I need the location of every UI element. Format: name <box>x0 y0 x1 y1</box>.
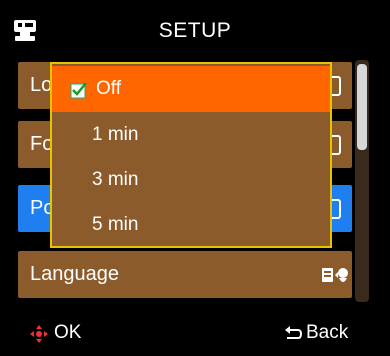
page-title: SETUP <box>158 19 232 42</box>
back-arrow-icon <box>284 324 303 342</box>
dropdown-option-label: 1 min <box>92 124 139 145</box>
scrollbar-thumb[interactable] <box>357 64 367 150</box>
dropdown-option-label: 3 min <box>92 169 139 190</box>
footer: OK Back <box>0 306 390 356</box>
dropdown-option-off[interactable]: Off <box>52 66 330 112</box>
language-icon <box>320 262 348 288</box>
scrollbar[interactable] <box>355 60 369 302</box>
check-icon <box>70 81 88 99</box>
dpad-icon <box>30 325 48 343</box>
list-item-label: Lo <box>30 74 53 96</box>
back-label[interactable]: Back <box>306 322 348 344</box>
dropdown-option-1-min[interactable]: 1 min <box>52 112 330 158</box>
dropdown-option-label: 5 min <box>92 214 139 235</box>
ok-label[interactable]: OK <box>54 322 81 344</box>
dropdown-option-5-min[interactable]: 5 min <box>52 202 330 248</box>
timeout-dropdown: Off 1 min 3 min 5 min <box>50 62 332 248</box>
dropdown-option-3-min[interactable]: 3 min <box>52 157 330 203</box>
header: SETUP <box>0 0 390 60</box>
dropdown-option-label: Off <box>96 78 121 99</box>
list-item-language[interactable]: Language <box>18 251 352 298</box>
setup-screen: SETUP Lo Fo Po Language Off 1 min 3 min … <box>0 0 390 356</box>
list-item-label: Language <box>30 263 119 285</box>
